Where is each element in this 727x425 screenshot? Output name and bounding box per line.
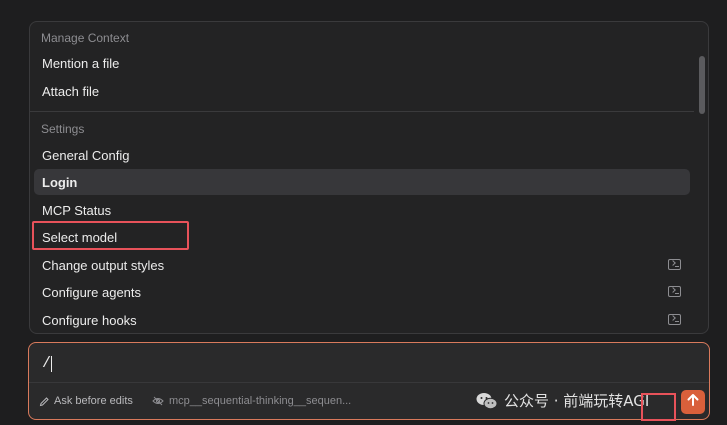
eye-slash-icon <box>152 396 164 406</box>
menu-item-mcp-status[interactable]: MCP Status <box>34 197 690 223</box>
menu-scrollbar[interactable] <box>699 56 705 114</box>
send-button[interactable] <box>681 390 705 414</box>
prompt-input-text[interactable]: / <box>42 355 51 372</box>
wechat-icon <box>476 392 498 410</box>
wechat-watermark: 公众号 · 前端玩转AGI <box>476 390 649 411</box>
active-tool-indicator[interactable]: mcp__sequential-thinking__sequen... <box>152 395 351 407</box>
section-title-manage-context: Manage Context <box>41 31 130 45</box>
mode-label: Ask before edits <box>54 395 133 407</box>
section-title-settings: Settings <box>41 122 85 136</box>
slash-command-menu: Manage Context Mention a file Attach fil… <box>29 21 709 334</box>
menu-item-attach-file[interactable]: Attach file <box>34 78 690 104</box>
terminal-icon <box>668 259 681 270</box>
menu-item-login[interactable]: Login <box>34 169 690 195</box>
prompt-input-box[interactable]: / Ask before edits mcp__sequential-think… <box>28 342 710 420</box>
tool-label: mcp__sequential-thinking__sequen... <box>169 395 352 407</box>
menu-item-configure-hooks[interactable]: Configure hooks <box>34 307 690 333</box>
menu-item-configure-agents[interactable]: Configure agents <box>34 279 690 305</box>
terminal-icon <box>668 286 681 297</box>
select-model-highlight-box <box>32 221 189 250</box>
claude-code-panel: Manage Context Mention a file Attach fil… <box>0 0 727 425</box>
send-button-highlight-box <box>641 393 676 421</box>
menu-item-general-config[interactable]: General Config <box>34 142 690 168</box>
mode-toggle[interactable]: Ask before edits <box>39 395 133 407</box>
menu-item-mention-file[interactable]: Mention a file <box>34 50 690 76</box>
watermark-text: 公众号 · 前端玩转AGI <box>504 392 650 410</box>
arrow-up-icon <box>687 393 699 411</box>
text-caret <box>51 356 52 372</box>
terminal-icon <box>668 314 681 325</box>
pencil-icon <box>39 396 50 407</box>
composer-divider <box>29 382 709 383</box>
menu-item-change-output-styles[interactable]: Change output styles <box>34 252 690 278</box>
section-divider <box>30 111 694 112</box>
